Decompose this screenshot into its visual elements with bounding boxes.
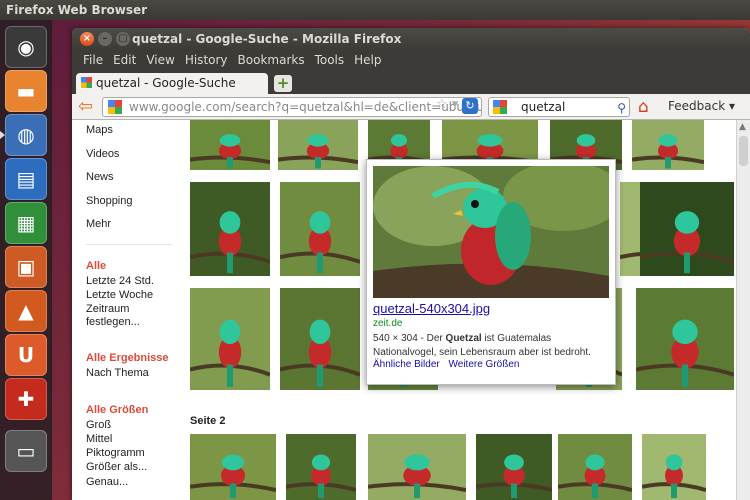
launcher-firefox-icon[interactable]: ◍ [0,114,47,156]
minimize-window-button[interactable]: – [98,32,112,46]
reload-icon[interactable]: ↻ [462,98,478,114]
unity-launcher: ◉ ▬ ◍ ▤ ▦ ▣ ▲ U ✚ ▭ [0,20,52,500]
divider [86,244,172,245]
tab-strip: quetzal - Google-Suche + [72,70,750,94]
leftnav-news[interactable]: News [86,171,114,183]
google-favicon-icon [80,76,93,89]
google-search-engine-icon[interactable] [493,100,507,114]
window-titlebar: × – ▢ quetzal - Google-Suche - Mozilla F… [72,28,750,50]
time-filter-all[interactable]: Alle [86,260,106,272]
image-result-thumbnail[interactable] [636,288,734,390]
preview-domain[interactable]: zeit.de [373,318,402,329]
launcher-ubuntu-dash-icon[interactable]: ◉ [5,26,47,68]
image-result-thumbnail[interactable] [476,434,552,500]
launcher-system-settings-icon[interactable]: ✚ [5,378,47,420]
bookmark-star-icon[interactable]: ☆ ▾ [436,97,458,112]
new-tab-button[interactable]: + [274,75,292,92]
tab-google-search[interactable]: quetzal - Google-Suche [76,73,268,94]
image-result-thumbnail[interactable] [190,288,270,390]
time-filter-item[interactable]: Letzte 24 Std. [86,275,154,287]
image-result-thumbnail[interactable] [640,182,734,276]
launcher-files-icon[interactable]: ▬ [5,70,47,112]
preview-image[interactable] [373,166,609,298]
navigation-toolbar: ⇦ www.google.com/search?q=quetzal&hl=de&… [72,94,750,120]
image-result-thumbnail[interactable] [190,182,270,276]
time-filter-item[interactable]: Zeitraum [86,303,129,315]
page-2-label: Seite 2 [190,415,226,427]
size-filter-item[interactable]: Groß [86,419,111,431]
more-sizes-link[interactable]: Weitere Größen [449,359,520,370]
size-filter-item[interactable]: Größer als... [86,461,147,473]
leftnav-mehr[interactable]: Mehr [86,218,111,230]
os-app-title: Firefox Web Browser [6,3,148,17]
back-arrow-icon[interactable]: ⇦ [78,98,98,116]
image-result-thumbnail[interactable] [190,434,276,500]
leftnav-videos[interactable]: Videos [86,148,119,160]
preview-description: 540 × 304 - Der Quetzal ist Guatemalas N… [373,333,591,358]
image-result-thumbnail[interactable] [190,120,270,170]
image-result-thumbnail[interactable] [642,434,706,500]
menu-file[interactable]: File [78,50,108,70]
image-result-thumbnail[interactable] [286,434,356,500]
firefox-window: × – ▢ quetzal - Google-Suche - Mozilla F… [72,28,750,500]
image-result-thumbnail[interactable] [280,288,360,390]
page-content: Maps Videos News Shopping Mehr Alle Letzte 24 … [72,120,750,500]
results-filter-item[interactable]: Nach Thema [86,367,149,379]
search-input-value: quetzal [521,100,566,114]
vertical-scrollbar[interactable]: ▲ [736,120,750,500]
size-filter-all[interactable]: Alle Größen [86,404,148,416]
feedback-button[interactable]: Feedback ▾ [668,99,735,113]
scrollbar-thumb[interactable] [739,136,748,166]
size-filter-item[interactable]: Mittel [86,433,112,445]
image-result-thumbnail[interactable] [278,120,358,170]
launcher-calc-icon[interactable]: ▦ [5,202,47,244]
results-filter-all[interactable]: Alle Ergebnisse [86,352,169,364]
image-result-thumbnail[interactable] [558,434,632,500]
similar-images-link[interactable]: Ähnliche Bilder [373,359,440,370]
os-top-panel: Firefox Web Browser [0,0,750,20]
image-result-thumbnail[interactable] [280,182,360,276]
launcher-ubuntu-one-icon[interactable]: U [5,334,47,376]
url-bar[interactable]: www.google.com/search?q=quetzal&hl=de&cl… [102,97,482,117]
launcher-software-center-icon[interactable]: ▲ [5,290,47,332]
menu-bar: File Edit View History Bookmarks Tools Help [72,50,750,70]
menu-history[interactable]: History [180,50,233,70]
menu-tools[interactable]: Tools [310,50,350,70]
time-filter-item[interactable]: festlegen... [86,316,140,328]
home-icon[interactable]: ⌂ [638,97,649,117]
window-title: quetzal - Google-Suche - Mozilla Firefox [132,32,402,46]
google-favicon-icon [108,100,122,114]
maximize-window-button[interactable]: ▢ [116,32,130,46]
size-filter-item[interactable]: Piktogramm [86,447,145,459]
time-filter-item[interactable]: Letzte Woche [86,289,153,301]
menu-help[interactable]: Help [349,50,386,70]
menu-edit[interactable]: Edit [108,50,141,70]
image-hover-preview[interactable]: quetzal-540x304.jpg zeit.de 540 × 304 - … [366,159,616,385]
scroll-up-icon[interactable]: ▲ [739,122,746,132]
close-window-button[interactable]: × [80,32,94,46]
launcher-impress-icon[interactable]: ▣ [5,246,47,288]
image-result-thumbnail[interactable] [632,120,704,170]
launcher-workspaces-icon[interactable]: ▭ [5,430,47,472]
image-result-thumbnail[interactable] [368,434,466,500]
menu-bookmarks[interactable]: Bookmarks [233,50,310,70]
tab-label: quetzal - Google-Suche [96,76,236,90]
size-filter-item[interactable]: Genau... [86,476,128,488]
launcher-writer-icon[interactable]: ▤ [5,158,47,200]
leftnav-maps[interactable]: Maps [86,124,113,136]
menu-view[interactable]: View [141,50,179,70]
leftnav-shopping[interactable]: Shopping [86,195,133,207]
url-text: www.google.com/search?q=quetzal&hl=de&cl… [129,100,482,114]
search-bar[interactable]: quetzal ⚲ [488,97,630,117]
search-magnifier-icon[interactable]: ⚲ [617,99,626,117]
preview-title-link[interactable]: quetzal-540x304.jpg [373,301,490,316]
